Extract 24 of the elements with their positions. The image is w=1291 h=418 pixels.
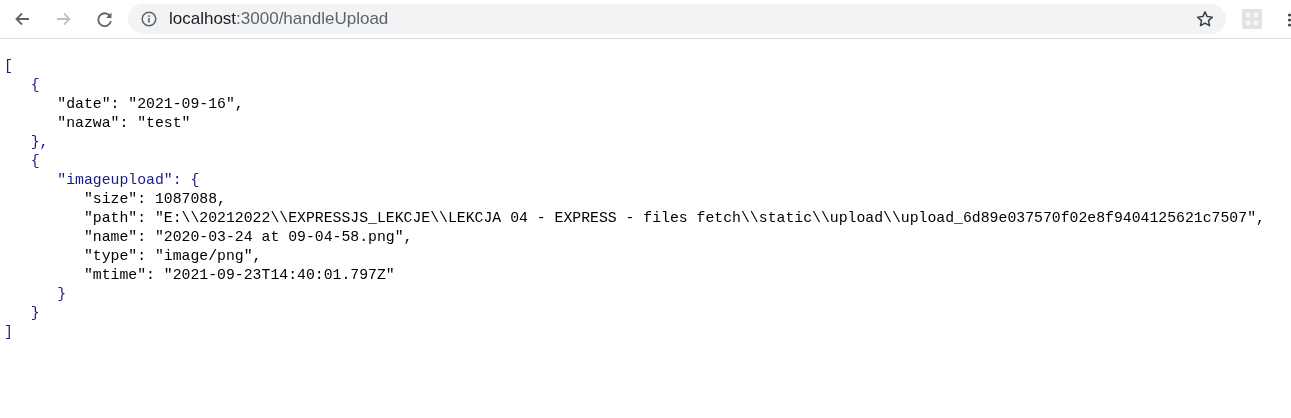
- code-line: "date": "2021-09-16",: [57, 96, 244, 112]
- code-line: {: [30, 77, 40, 93]
- code-line: "name": "2020-03-24 at 09-04-58.png",: [83, 229, 413, 245]
- code-line: {: [30, 153, 40, 169]
- code-line: },: [30, 134, 49, 150]
- code-line: "path": "E:\\20212022\\EXPRESSJS_LEKCJE\\LEKCJA 04 - EXPRESS - files fetch\\static\\upload\\upload_6d89e037570f02e8f9404125621c7507",: [83, 210, 1265, 226]
- menu-icon[interactable]: [1288, 13, 1291, 27]
- info-icon: [141, 11, 157, 27]
- code-line: "imageupload": {: [57, 172, 200, 188]
- star-icon[interactable]: [1196, 10, 1214, 28]
- code-line: "mtime": "2021-09-23T14:40:01.797Z": [83, 267, 395, 283]
- reload-icon: [95, 10, 113, 28]
- code-line: ]: [4, 324, 13, 340]
- address-bar[interactable]: localhost:3000/handleUpload: [128, 4, 1226, 34]
- back-arrow-icon: [14, 11, 30, 27]
- code-line: [: [4, 58, 13, 74]
- code-line: "type": "image/png",: [83, 248, 262, 264]
- forward-arrow-icon: [56, 11, 72, 27]
- code-line: }: [57, 286, 67, 302]
- url-host: localhost: [169, 9, 237, 29]
- code-line: }: [30, 305, 40, 321]
- code-line: "nazwa": "test": [57, 115, 191, 131]
- code-line: "size": 1087088,: [83, 191, 226, 207]
- url-path: :3000/handleUpload: [236, 9, 389, 29]
